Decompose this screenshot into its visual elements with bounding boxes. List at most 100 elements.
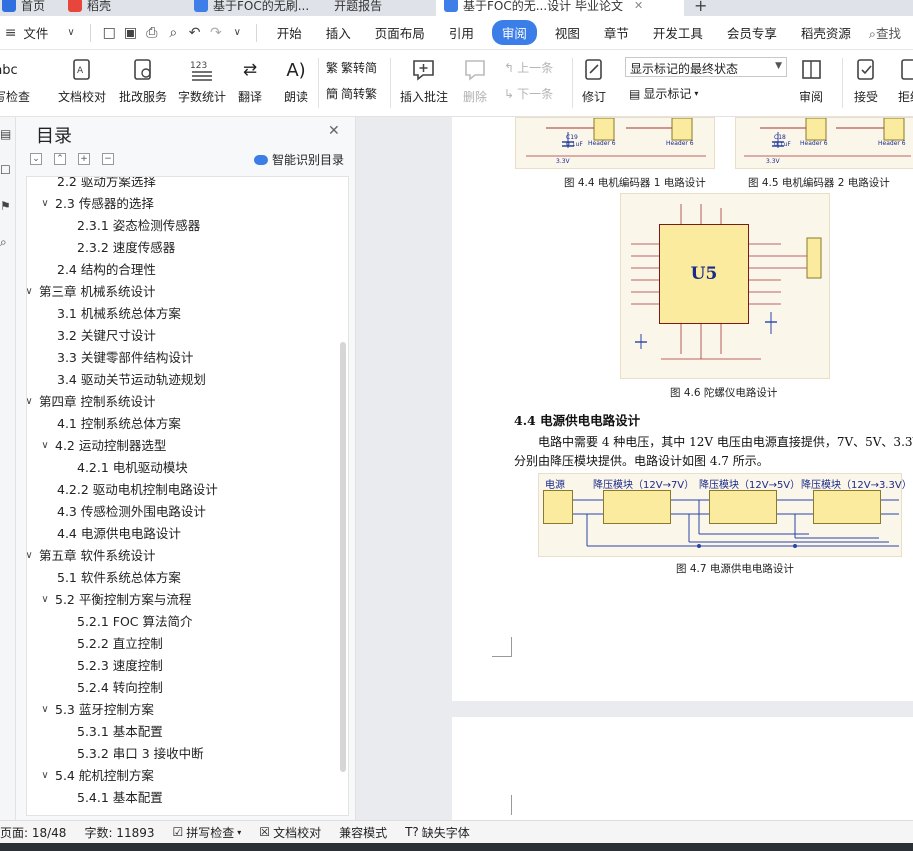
- preview-icon[interactable]: ⌕: [167, 25, 180, 41]
- track-display-select[interactable]: 显示标记的最终状态 ▼: [625, 57, 787, 77]
- toc-item[interactable]: 5.3.1 基本配置: [77, 721, 163, 743]
- next-comment-button[interactable]: ↳ 下一条: [504, 85, 553, 102]
- menu-member[interactable]: 会员专享: [715, 23, 789, 42]
- toc-item[interactable]: 4.2.2 驱动电机控制电路设计: [57, 479, 218, 501]
- menu-review[interactable]: 审阅: [491, 20, 537, 45]
- search-button[interactable]: ⌕查找: [863, 23, 913, 42]
- toc-icon[interactable]: ▤: [0, 127, 12, 141]
- expand-all-icon[interactable]: ⌃: [54, 153, 66, 165]
- translate-button[interactable]: ⇄ 翻译: [236, 56, 264, 105]
- to-traditional-button[interactable]: 繁繁转简: [326, 59, 377, 76]
- tab-daoke[interactable]: 稻壳: [60, 0, 119, 16]
- toc-item[interactable]: 5.3.2 串口 3 接收中断: [77, 743, 204, 765]
- svg-text:A: A: [77, 66, 84, 76]
- review-pane-button[interactable]: 审阅: [797, 56, 825, 105]
- toc-item[interactable]: 5.1 软件系统总体方案: [57, 567, 181, 589]
- menu-section[interactable]: 章节: [592, 23, 641, 42]
- undo-icon[interactable]: ↶: [188, 25, 201, 41]
- file-menu[interactable]: 文件: [21, 23, 60, 42]
- revise-button[interactable]: 修订: [580, 56, 608, 105]
- toc-item[interactable]: 2.3.2 速度传感器: [77, 237, 175, 259]
- chevron-down-icon[interactable]: ∨: [27, 545, 35, 567]
- doc-check-status[interactable]: ☒ 文档校对: [250, 824, 330, 841]
- toc-item[interactable]: ∨ 5.2 平衡控制方案与流程: [39, 589, 191, 611]
- chevron-down-icon[interactable]: ∨: [39, 699, 51, 721]
- prev-comment-button[interactable]: ↰ 上一条: [504, 59, 553, 76]
- toc-item[interactable]: 2.4 结构的合理性: [57, 259, 156, 281]
- toc-item[interactable]: ∨ 4.2 运动控制器选型: [39, 435, 166, 457]
- search-icon[interactable]: ⌕: [0, 235, 12, 249]
- toc-item[interactable]: 5.2.3 速度控制: [77, 655, 163, 677]
- bookmark-icon[interactable]: ⚑: [0, 199, 12, 213]
- toc-item[interactable]: 5.2.2 直立控制: [77, 633, 163, 655]
- toc-item[interactable]: ∨ 第三章 机械系统设计: [27, 281, 155, 303]
- chevron-down-icon[interactable]: ∨: [27, 391, 35, 413]
- accept-button[interactable]: 接受: [852, 56, 880, 105]
- toc-item[interactable]: 2.3.1 姿态检测传感器: [77, 215, 200, 237]
- menu-layout[interactable]: 页面布局: [363, 23, 437, 42]
- insert-comment-button[interactable]: 插入批注: [400, 56, 448, 105]
- chevron-down-icon[interactable]: ∨: [39, 435, 51, 457]
- menu-view[interactable]: 视图: [543, 23, 592, 42]
- chevron-down-icon[interactable]: ∨: [39, 193, 51, 215]
- toc-item[interactable]: 5.2.4 转向控制: [77, 677, 163, 699]
- tab-kaiti[interactable]: 开题报告: [334, 0, 382, 14]
- new-tab-icon[interactable]: +: [694, 0, 707, 15]
- new-doc-icon[interactable]: □: [103, 25, 116, 41]
- toc-item[interactable]: 3.3 关键零部件结构设计: [57, 347, 193, 369]
- spellcheck-button[interactable]: abc 拼写检查: [0, 56, 30, 105]
- print-icon[interactable]: ⎙: [145, 25, 158, 41]
- more-icon[interactable]: ∨: [231, 25, 244, 41]
- word-count-button[interactable]: 123 字数统计: [178, 56, 226, 105]
- word-count[interactable]: 字数: 11893: [75, 824, 163, 841]
- toc-item[interactable]: ∨ 5.4 舵机控制方案: [39, 765, 154, 787]
- chevron-down-icon[interactable]: ∨: [39, 765, 51, 787]
- menu-start[interactable]: 开始: [265, 23, 314, 42]
- delete-comment-button[interactable]: 删除: [461, 56, 489, 105]
- toc-item[interactable]: 3.4 驱动关节运动轨迹规划: [57, 369, 206, 391]
- spellcheck-status[interactable]: ☑ 拼写检查 ▾: [164, 824, 251, 841]
- chevron-down-icon[interactable]: ∨: [64, 25, 77, 41]
- tab-doc-active[interactable]: 基于FOC的无...设计 毕业论文 ✕: [436, 0, 684, 16]
- save-icon[interactable]: ▣: [124, 25, 137, 41]
- page-indicator[interactable]: 页面: 18/48: [0, 824, 75, 841]
- menu-reference[interactable]: 引用: [437, 23, 486, 42]
- toc-item[interactable]: 4.3 传感检测外围电路设计: [57, 501, 206, 523]
- tab-home[interactable]: 首页: [0, 0, 53, 16]
- missing-font-button[interactable]: T? 缺失字体: [396, 824, 479, 841]
- chevron-down-icon[interactable]: ∨: [39, 589, 51, 611]
- batch-service-button[interactable]: 批改服务: [119, 56, 167, 105]
- menu-insert[interactable]: 插入: [314, 23, 363, 42]
- scrollbar-thumb[interactable]: [340, 342, 346, 772]
- add-level-icon[interactable]: +: [78, 153, 90, 165]
- doc-check-button[interactable]: A 文档校对: [58, 56, 106, 105]
- to-simplified-button[interactable]: 簡简转繁: [326, 85, 377, 102]
- menu-devtools[interactable]: 开发工具: [641, 23, 715, 42]
- toc-item[interactable]: 4.4 电源供电电路设计: [57, 523, 181, 545]
- redo-icon[interactable]: ↷: [209, 25, 222, 41]
- close-icon[interactable]: ✕: [634, 0, 643, 12]
- collapse-all-icon[interactable]: ⌄: [30, 153, 42, 165]
- menu-icon[interactable]: ≡: [4, 25, 17, 41]
- close-icon[interactable]: ✕: [328, 123, 340, 139]
- toc-item[interactable]: 4.1 控制系统总体方案: [57, 413, 181, 435]
- remove-level-icon[interactable]: −: [102, 153, 114, 165]
- toc-item[interactable]: ∨ 5.3 蓝牙控制方案: [39, 699, 154, 721]
- toc-item[interactable]: ∨ 第五章 软件系统设计: [27, 545, 155, 567]
- toc-item[interactable]: 4.2.1 电机驱动模块: [77, 457, 188, 479]
- toc-item[interactable]: 3.2 关键尺寸设计: [57, 325, 156, 347]
- toc-item[interactable]: ∨ 第四章 控制系统设计: [27, 391, 155, 413]
- reject-button[interactable]: 拒绝: [896, 56, 913, 105]
- toc-item[interactable]: 2.2 驱动方案选择: [57, 177, 156, 193]
- chapter-icon[interactable]: ☐: [0, 163, 12, 177]
- menu-daoke[interactable]: 稻壳资源: [789, 23, 863, 42]
- toc-item[interactable]: ∨ 2.3 传感器的选择: [39, 193, 154, 215]
- read-aloud-button[interactable]: A) 朗读: [282, 56, 310, 105]
- toc-item[interactable]: 3.1 机械系统总体方案: [57, 303, 181, 325]
- toc-item[interactable]: 5.2.1 FOC 算法简介: [77, 611, 193, 633]
- toc-item[interactable]: 5.4.1 基本配置: [77, 787, 163, 809]
- smart-toc-button[interactable]: 智能识别目录: [254, 151, 344, 168]
- tab-doc-1[interactable]: 基于FOC的无刷... 开题报告: [186, 0, 390, 16]
- show-markup-button[interactable]: ▤ 显示标记 ▾: [629, 85, 698, 102]
- chevron-down-icon[interactable]: ∨: [27, 281, 35, 303]
